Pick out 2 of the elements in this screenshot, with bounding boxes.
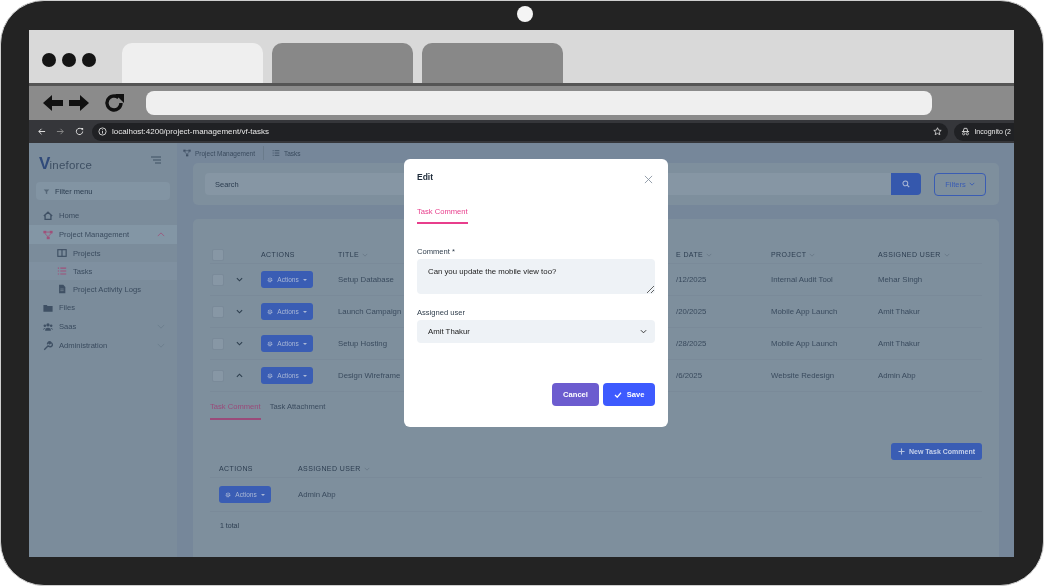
dialog-title: Edit (417, 172, 434, 182)
logo: Vineforce (39, 153, 93, 174)
